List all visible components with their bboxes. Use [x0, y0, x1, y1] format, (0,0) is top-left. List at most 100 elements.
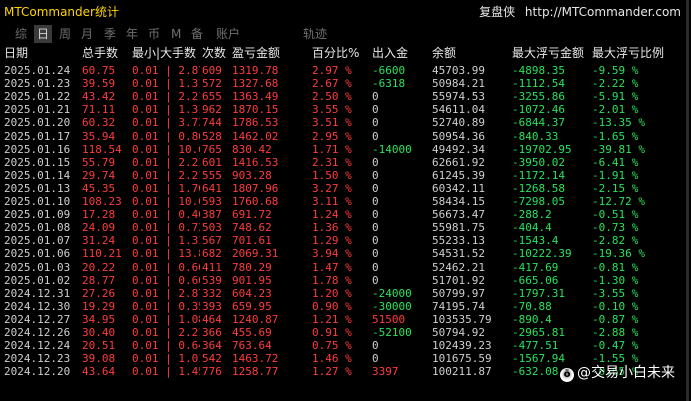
- table-row[interactable]: 2025.01.09 17.28 0.01 | 0.46 387 691.72 1.24 …: [0, 208, 691, 221]
- brand-label[interactable]: 复盘侠: [479, 5, 515, 19]
- table-cell: -0.73 %: [592, 221, 639, 235]
- table-row[interactable]: 2024.12.30 19.29 0.01 | 0.35 393 659.95 0.90 …: [0, 300, 691, 313]
- table-cell: -1543.4: [512, 234, 559, 248]
- table-row[interactable]: 2024.12.27 34.95 0.01 | 1.08 464 1240.87 1.21…: [0, 313, 691, 326]
- table-cell: 2025.01.02: [4, 273, 71, 287]
- table-row[interactable]: 2025.01.07 31.24 0.01 | 1.31 567 701.61 1.29 …: [0, 234, 691, 247]
- table-row[interactable]: 2025.01.06 110.21 0.01 | 13.86682 2069.31 3.…: [0, 247, 691, 260]
- table-cell: 364: [202, 339, 222, 353]
- table-cell: 54611.04: [432, 103, 485, 117]
- table-cell: 61245.39: [432, 168, 485, 182]
- table-cell: 56673.47: [432, 208, 485, 222]
- column-header[interactable]: 次数: [202, 46, 230, 61]
- table-cell: -19702.95: [512, 142, 572, 156]
- table-cell: -1268.58: [512, 181, 565, 195]
- table-cell: 0.01 | 0.73: [132, 221, 200, 235]
- table-row[interactable]: 2025.01.16 118.54 0.01 | 10.66765 830.42 1.7…: [0, 143, 691, 156]
- table-row[interactable]: 2024.12.24 20.51 0.01 | 0.64 364 763.64 0.75 …: [0, 339, 691, 352]
- table-cell: -1.91 %: [592, 168, 639, 182]
- table-row[interactable]: 2025.01.08 24.09 0.01 | 0.73 503 748.62 1.36 …: [0, 221, 691, 234]
- tab-7[interactable]: M: [168, 25, 184, 43]
- table-row[interactable]: 2024.12.26 30.40 0.01 | 2.21 366 455.69 0.91 …: [0, 326, 691, 339]
- table-cell: 1.27 %: [312, 365, 352, 379]
- table-cell: 50984.21: [432, 77, 485, 91]
- table-row[interactable]: 2025.01.20 60.32 0.01 | 3.73 744 1786.53 3.51…: [0, 116, 691, 129]
- table-cell: -30000: [372, 299, 412, 313]
- site-url-link[interactable]: http://MTCommander.com: [525, 5, 681, 19]
- table-header-row: 日期 总手数 最小|大手数 次数 盈亏金额 百分比% 出入金 余额 最大浮亏金额 最大浮亏比例: [0, 46, 691, 61]
- column-header[interactable]: 最小|大手数: [132, 46, 200, 61]
- table-cell: 1.20 %: [312, 286, 352, 300]
- tab-10[interactable]: 轨迹: [300, 25, 330, 43]
- watermark: ō @交易小白未来: [560, 362, 675, 382]
- tab-4[interactable]: 季: [101, 25, 119, 43]
- table-cell: 0.01 | 1.01: [132, 352, 200, 366]
- header-right: 复盘侠 http://MTCommander.com: [479, 3, 681, 20]
- column-header[interactable]: 盈亏金额: [232, 46, 310, 61]
- table-cell: 108.23: [82, 195, 122, 208]
- table-cell: 0: [372, 234, 379, 248]
- table-cell: -12.72 %: [592, 195, 645, 208]
- table-cell: 20.22: [82, 260, 116, 274]
- table-cell: 2025.01.14: [4, 168, 71, 182]
- tab-2[interactable]: 周: [56, 25, 74, 43]
- table-row[interactable]: 2025.01.15 55.79 0.01 | 2.21 601 1416.53 2.31…: [0, 156, 691, 169]
- table-row[interactable]: 2025.01.14 29.74 0.01 | 2.21 555 903.28 1.50 …: [0, 169, 691, 182]
- tab-5[interactable]: 年: [123, 25, 141, 43]
- table-cell: 0.01 | 2.87: [132, 64, 200, 77]
- table-row[interactable]: 2024.12.31 27.26 0.01 | 2.87 332 604.23 1.20 …: [0, 287, 691, 300]
- tab-6[interactable]: 币: [145, 25, 163, 43]
- table-cell: 1760.68: [232, 195, 279, 208]
- table-cell: 2025.01.03: [4, 260, 71, 274]
- table-cell: 0.01 | 0.60: [132, 273, 200, 287]
- table-row[interactable]: 2025.01.17 35.94 0.01 | 0.86 528 1462.02 2.95…: [0, 130, 691, 143]
- column-header[interactable]: 最大浮亏金额: [512, 46, 590, 61]
- tab-9[interactable]: 账户: [213, 25, 243, 43]
- column-header[interactable]: 余额: [432, 46, 510, 61]
- table-row[interactable]: 2025.01.13 45.35 0.01 | 1.70 641 1807.96 3.27…: [0, 182, 691, 195]
- table-cell: 539: [202, 273, 222, 287]
- column-header[interactable]: 百分比%: [312, 46, 370, 61]
- table-cell: 748.62: [232, 221, 272, 235]
- table-row[interactable]: 2025.01.02 28.77 0.01 | 0.60 539 901.95 1.78 …: [0, 274, 691, 287]
- table-cell: 0: [372, 221, 379, 235]
- tab-8[interactable]: 备: [188, 25, 206, 43]
- tab-3[interactable]: 月: [78, 25, 96, 43]
- tab-0[interactable]: 综: [12, 25, 30, 43]
- table-row[interactable]: 2025.01.23 39.59 0.01 | 1.31 572 1327.68 2.67…: [0, 77, 691, 90]
- table-cell: 55233.13: [432, 234, 485, 248]
- table-row[interactable]: 2025.01.03 20.22 0.01 | 0.60 411 780.29 1.47 …: [0, 261, 691, 274]
- column-header[interactable]: 最大浮亏比例: [592, 46, 682, 61]
- table-cell: 903.28: [232, 168, 272, 182]
- table-cell: 2024.12.20: [4, 365, 71, 379]
- table-cell: 34.95: [82, 312, 116, 326]
- table-cell: -52100: [372, 326, 412, 339]
- column-header[interactable]: 出入金: [372, 46, 430, 61]
- table-cell: 0: [372, 273, 379, 287]
- table-cell: 0.01 | 0.64: [132, 339, 200, 353]
- scrollbar[interactable]: [686, 0, 689, 401]
- table-cell: -6318: [372, 77, 406, 91]
- table-row[interactable]: 2025.01.21 71.11 0.01 | 1.31 962 1870.15 3.55…: [0, 103, 691, 116]
- table-cell: 19.29: [82, 299, 116, 313]
- tab-1[interactable]: 日: [34, 25, 53, 43]
- table-cell: 572: [202, 77, 222, 91]
- table-cell: 30.40: [82, 326, 116, 339]
- table-row[interactable]: 2025.01.10 108.23 0.01 | 10.66593 1760.68 3.…: [0, 195, 691, 208]
- table-cell: 60342.11: [432, 181, 485, 195]
- table-cell: 62661.92: [432, 155, 485, 169]
- table-cell: 58434.15: [432, 195, 485, 208]
- watermark-logo-icon: ō: [560, 368, 574, 382]
- table-cell: -4898.35: [512, 64, 565, 77]
- table-cell: 962: [202, 103, 222, 117]
- column-header[interactable]: 日期: [4, 46, 80, 61]
- table-row[interactable]: 2025.01.22 43.42 0.01 | 2.21 655 1363.49 2.50…: [0, 90, 691, 103]
- table-row[interactable]: 2025.01.24 60.75 0.01 | 2.87 609 1319.78 2.97…: [0, 64, 691, 77]
- table-cell: 393: [202, 299, 222, 313]
- table-cell: 55.79: [82, 155, 116, 169]
- table-cell: 55974.53: [432, 90, 485, 104]
- table-cell: 691.72: [232, 208, 272, 222]
- table-cell: 609: [202, 64, 222, 77]
- table-cell: 103535.79: [432, 312, 492, 326]
- column-header[interactable]: 总手数: [82, 46, 130, 61]
